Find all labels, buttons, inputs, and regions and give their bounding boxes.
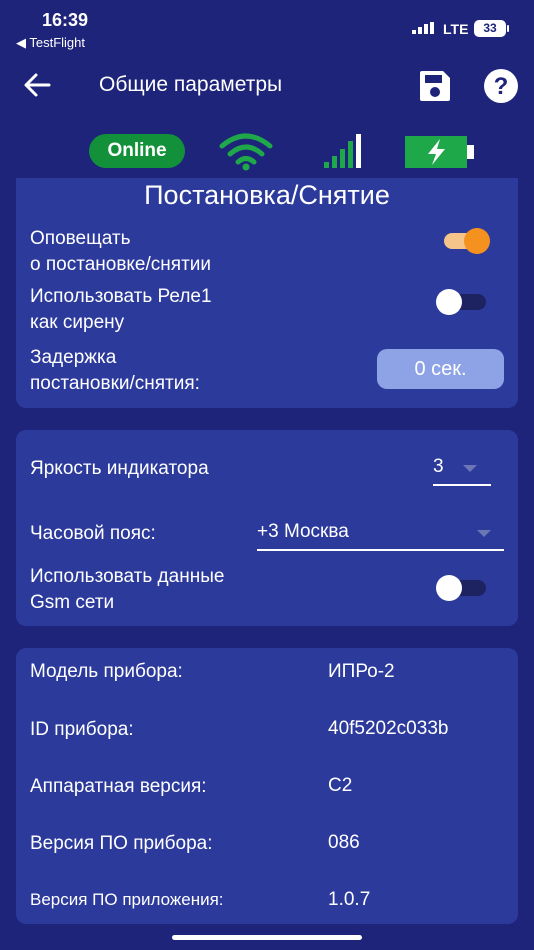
relay-siren-toggle[interactable]	[436, 289, 488, 315]
relay-label-line1: Использовать Реле1	[30, 286, 212, 307]
notify-label: Оповещать о постановке/снятии	[30, 226, 211, 278]
gsm-label-line1: Использовать данные	[30, 566, 225, 587]
relay-label: Использовать Реле1 как сирену	[30, 284, 212, 336]
device-id-label: ID прибора:	[30, 719, 134, 740]
chevron-down-icon	[477, 530, 491, 537]
timezone-select[interactable]: +3 Москва	[257, 521, 504, 551]
page-title: Общие параметры	[99, 73, 283, 96]
relay-toggle-knob	[436, 289, 462, 315]
relay-label-line2: как сирену	[30, 312, 125, 333]
save-icon[interactable]	[418, 69, 452, 103]
delay-label-line2: постановки/снятия:	[30, 373, 200, 394]
battery-level: 33	[474, 20, 506, 37]
network-type: LTE	[443, 21, 469, 37]
gsm-data-toggle[interactable]	[436, 575, 488, 601]
device-info-card: Модель прибора: ИПРо-2 ID прибора: 40f52…	[16, 648, 518, 924]
firmware-version-label: Версия ПО прибора:	[30, 833, 213, 854]
gsm-label-line2: Gsm сети	[30, 592, 115, 613]
help-icon[interactable]: ?	[483, 68, 519, 104]
gsm-toggle-knob	[436, 575, 462, 601]
timezone-value: +3 Москва	[257, 521, 349, 542]
app-header: Общие параметры ?	[0, 60, 534, 112]
brightness-label: Яркость индикатора	[30, 458, 209, 479]
brightness-select[interactable]: 3	[433, 456, 491, 486]
arming-card: Постановка/Снятие Оповещать о постановке…	[16, 178, 518, 408]
brightness-value: 3	[433, 456, 444, 477]
app-version-label: Версия ПО приложения:	[30, 890, 224, 909]
device-id-value: 40f5202c033b	[328, 718, 449, 739]
timezone-label: Часовой пояс:	[30, 523, 156, 544]
notify-toggle-knob	[464, 228, 490, 254]
delay-label-line1: Задержка	[30, 347, 117, 368]
online-status-badge: Online	[89, 134, 185, 168]
wifi-icon	[219, 133, 273, 171]
hardware-version-value: C2	[328, 775, 353, 796]
delay-label: Задержка постановки/снятия:	[30, 345, 200, 397]
arming-section-title: Постановка/Снятие	[144, 180, 390, 210]
svg-text:?: ?	[494, 73, 509, 100]
status-time: 16:39	[42, 10, 89, 30]
arrow-left-icon[interactable]	[22, 72, 52, 98]
settings-card: Яркость индикатора 3 Часовой пояс: +3 Мо…	[16, 430, 518, 626]
hardware-version-label: Аппаратная версия:	[30, 776, 207, 797]
model-label: Модель прибора:	[30, 661, 183, 682]
battery-cap	[507, 25, 509, 32]
status-bar: 16:39 ◀ TestFlight LTE 33	[0, 0, 534, 56]
notify-label-line1: Оповещать	[30, 228, 131, 249]
delay-value-button[interactable]: 0 сек.	[377, 349, 504, 389]
chevron-down-icon	[463, 465, 477, 472]
gsm-label: Использовать данные Gsm сети	[30, 564, 224, 616]
model-value: ИПРо-2	[328, 661, 395, 682]
firmware-version-value: 086	[328, 832, 360, 853]
cellular-signal-icon	[324, 134, 361, 168]
battery-charging-icon	[405, 136, 474, 168]
testflight-back-link[interactable]: ◀ TestFlight	[16, 35, 85, 51]
home-indicator[interactable]	[172, 935, 362, 940]
notify-toggle[interactable]	[438, 228, 490, 254]
app-version-value: 1.0.7	[328, 889, 371, 910]
signal-dots-icon	[412, 22, 434, 34]
notify-label-line2: о постановке/снятии	[30, 254, 211, 275]
